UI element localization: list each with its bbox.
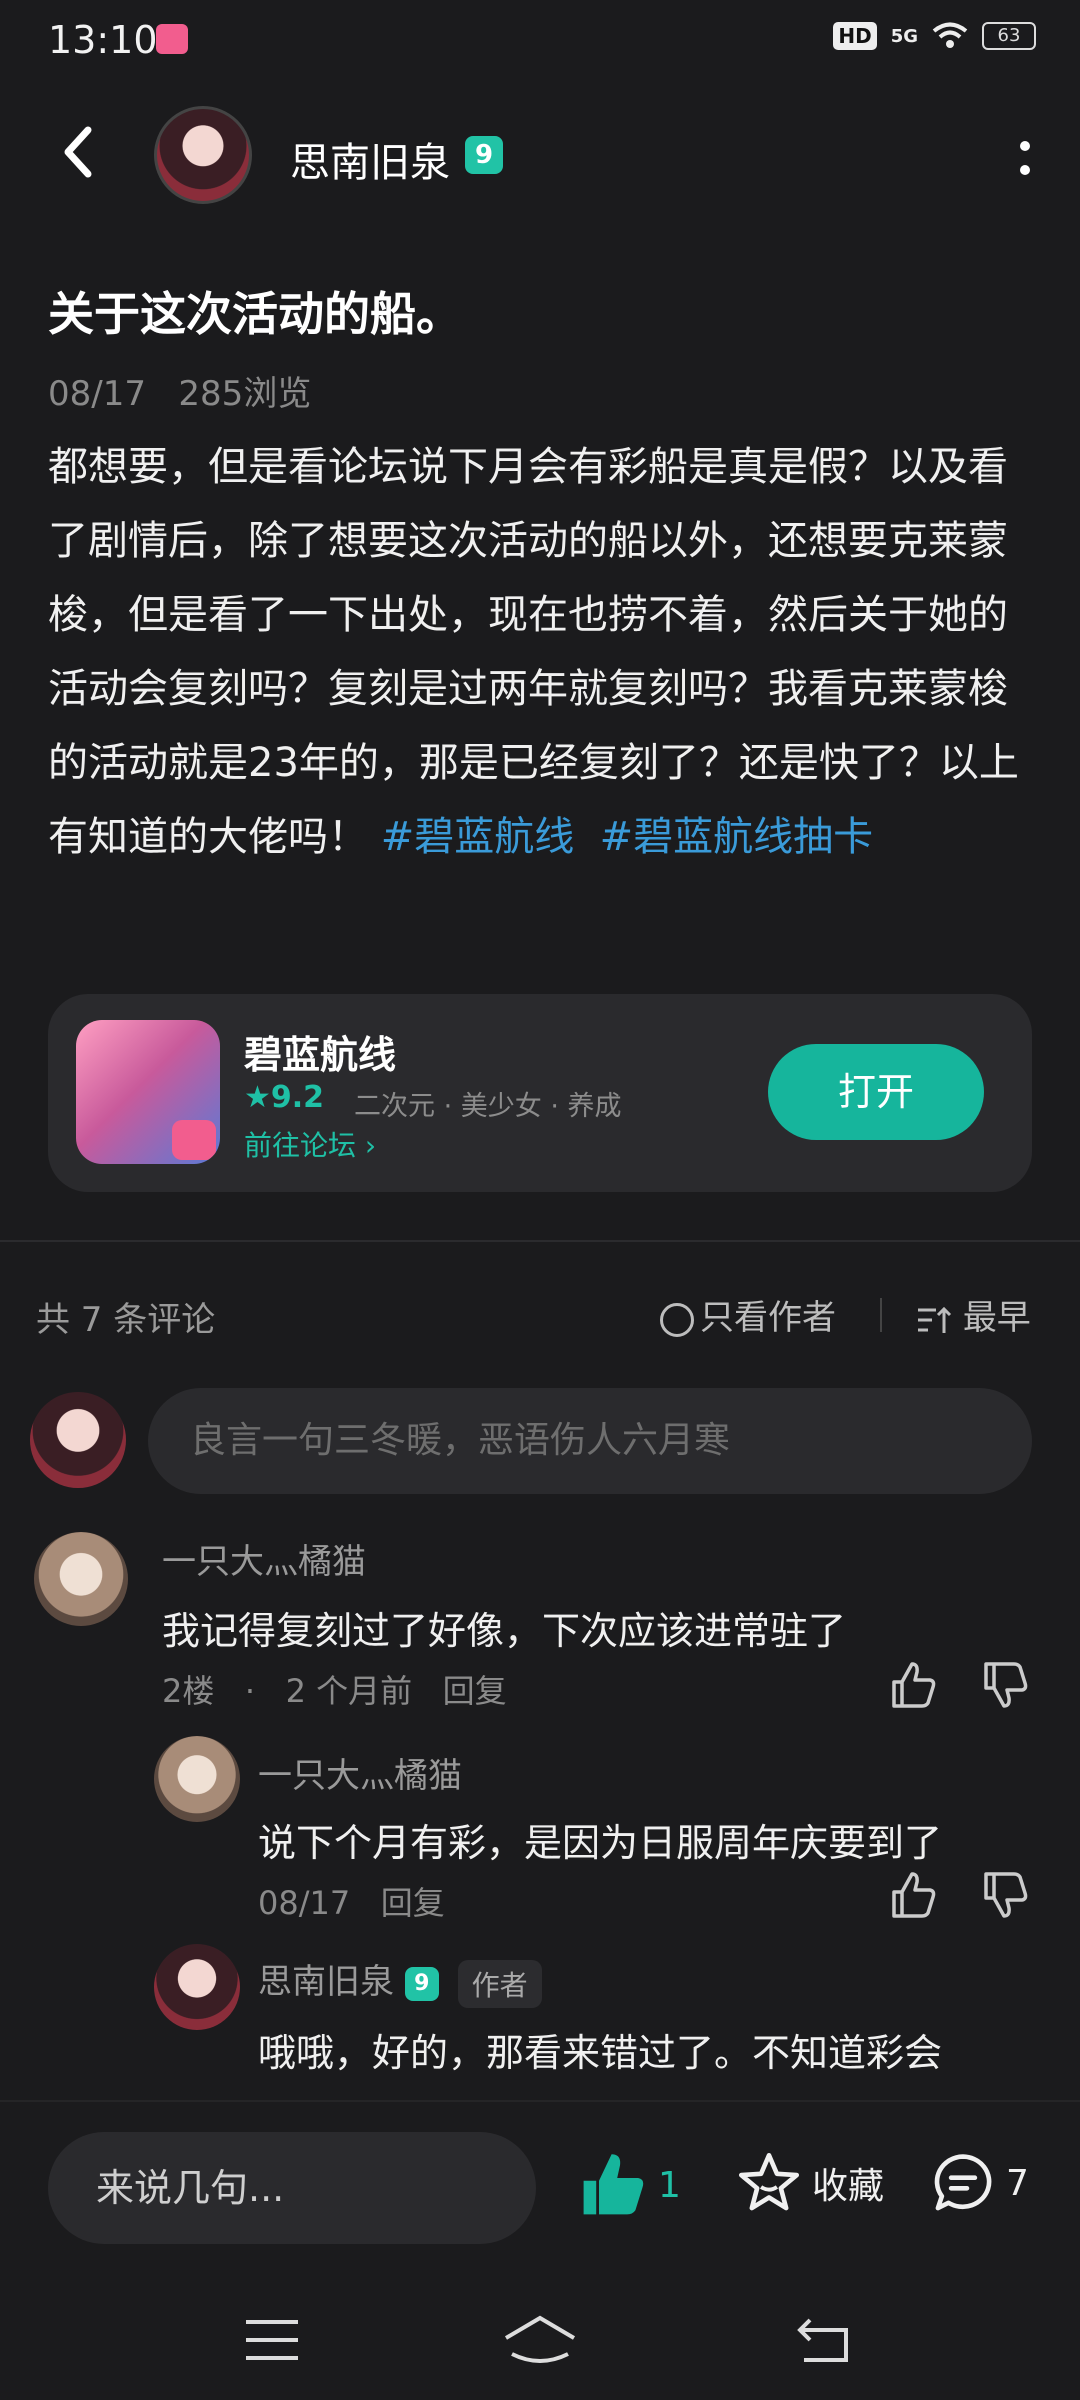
forum-link[interactable]: 前往论坛 › xyxy=(244,1124,376,1164)
thumbs-up-icon[interactable] xyxy=(888,1870,938,1920)
radio-icon xyxy=(660,1302,694,1337)
replier-name[interactable]: 思南旧泉 xyxy=(258,1962,394,2002)
menu-icon[interactable] xyxy=(244,2318,300,2362)
comment-time: 2 个月前 xyxy=(285,1672,413,1710)
system-nav-bar xyxy=(0,2280,1080,2400)
status-icons: HD 5G 63 xyxy=(833,22,1036,50)
bilibili-notification-icon xyxy=(156,24,188,54)
meta-dot: · xyxy=(244,1672,256,1710)
author-only-toggle[interactable]: 只看作者 xyxy=(660,1290,836,1339)
reply-input[interactable]: 来说几句... xyxy=(48,2132,536,2244)
comment-floor: 2楼 xyxy=(162,1672,215,1710)
post-body: 都想要，但是看论坛说下月会有彩船是真是假？以及看了剧情后，除了想要这次活动的船以… xyxy=(48,430,1038,874)
reply-time: 08/17 xyxy=(258,1884,351,1922)
replier-avatar[interactable] xyxy=(154,1944,240,2030)
sort-toggle[interactable]: 最早 xyxy=(916,1290,1031,1339)
comment-total: 7 xyxy=(1006,2162,1029,2204)
more-options-icon[interactable] xyxy=(1010,138,1040,178)
favorite-button[interactable]: 收藏 xyxy=(736,2150,884,2216)
back-arrow-icon[interactable] xyxy=(50,122,110,182)
author-avatar[interactable] xyxy=(154,106,252,204)
post-meta: 08/17 285浏览 xyxy=(48,366,311,415)
open-game-button[interactable]: 打开 xyxy=(768,1044,984,1140)
author-name[interactable]: 思南旧泉 xyxy=(290,130,450,188)
divider xyxy=(0,1240,1080,1242)
level-badge: 9 xyxy=(465,136,503,174)
game-icon xyxy=(76,1020,220,1164)
separator xyxy=(880,1298,882,1332)
thumbs-up-icon[interactable] xyxy=(888,1660,938,1710)
level-badge: 9 xyxy=(404,1966,439,2001)
status-time: 13:10 xyxy=(48,18,158,62)
replier-name-row: 思南旧泉 9 作者 xyxy=(258,1954,542,2008)
reply-meta: 08/17 回复 xyxy=(258,1878,445,1924)
wifi-icon xyxy=(932,22,968,48)
star-icon xyxy=(738,2152,800,2211)
bilibili-icon xyxy=(172,1120,216,1160)
reply-text: 哦哦，好的，那看来错过了。不知道彩会 xyxy=(258,2031,943,2075)
author-only-label: 只看作者 xyxy=(700,1298,836,1338)
post-header: 思南旧泉 9 xyxy=(0,100,1080,210)
like-button[interactable]: 1 xyxy=(578,2150,681,2220)
sort-icon xyxy=(918,1306,952,1333)
topic-tag[interactable]: #碧蓝航线 xyxy=(381,814,575,860)
home-icon[interactable] xyxy=(502,2314,578,2364)
post-date: 08/17 xyxy=(48,374,146,414)
game-tags: 二次元 · 美少女 · 养成 xyxy=(354,1091,622,1122)
comment-count: 共 7 条评论 xyxy=(36,1300,216,1340)
thumbs-down-icon[interactable] xyxy=(980,1870,1030,1920)
game-name: 碧蓝航线 xyxy=(244,1033,397,1077)
comment-input[interactable]: 良言一句三冬暖，恶语伤人六月寒 xyxy=(148,1388,1032,1494)
like-count: 1 xyxy=(658,2164,681,2206)
post-views: 285浏览 xyxy=(178,374,312,414)
replier-avatar[interactable] xyxy=(154,1736,240,1822)
signal-icon: 5G xyxy=(890,25,918,47)
status-bar: 13:10 HD 5G 63 xyxy=(0,0,1080,84)
post-body-text: 都想要，但是看论坛说下月会有彩船是真是假？以及看了剧情后，除了想要这次活动的船以… xyxy=(48,444,1019,860)
post-title: 关于这次活动的船。 xyxy=(48,287,462,341)
hd-icon: HD xyxy=(833,22,877,50)
author-badge: 作者 xyxy=(457,1959,542,2008)
reply-link[interactable]: 回复 xyxy=(381,1884,445,1922)
comment-icon xyxy=(934,2154,992,2211)
reply-link[interactable]: 回复 xyxy=(443,1672,507,1710)
back-icon[interactable] xyxy=(796,2316,852,2364)
my-avatar xyxy=(30,1392,126,1488)
game-card[interactable]: 碧蓝航线 ★9.2 二次元 · 美少女 · 养成 前往论坛 › 打开 xyxy=(48,994,1032,1192)
comment-meta: 2楼 · 2 个月前 回复 xyxy=(162,1666,507,1712)
thumbs-down-icon[interactable] xyxy=(980,1660,1030,1710)
commenter-avatar[interactable] xyxy=(34,1532,128,1626)
reply-text: 说下个月有彩，是因为日服周年庆要到了 xyxy=(258,1821,943,1865)
game-rating: ★9.2 xyxy=(244,1080,325,1115)
commenter-name[interactable]: 一只大灬橘猫 xyxy=(162,1534,366,1583)
bottom-action-bar: 来说几句... 1 收藏 7 xyxy=(0,2100,1080,2280)
battery-icon: 63 xyxy=(982,22,1036,50)
topic-tag[interactable]: #碧蓝航线抽卡 xyxy=(600,814,874,860)
favorite-label: 收藏 xyxy=(812,2166,885,2207)
comments-button[interactable]: 7 xyxy=(930,2150,1029,2216)
comment-text: 我记得复刻过了好像，下次应该进常驻了 xyxy=(162,1609,847,1653)
sort-label: 最早 xyxy=(962,1298,1031,1338)
thumbs-up-filled-icon xyxy=(583,2154,644,2215)
replier-name[interactable]: 一只大灬橘猫 xyxy=(258,1748,462,1797)
